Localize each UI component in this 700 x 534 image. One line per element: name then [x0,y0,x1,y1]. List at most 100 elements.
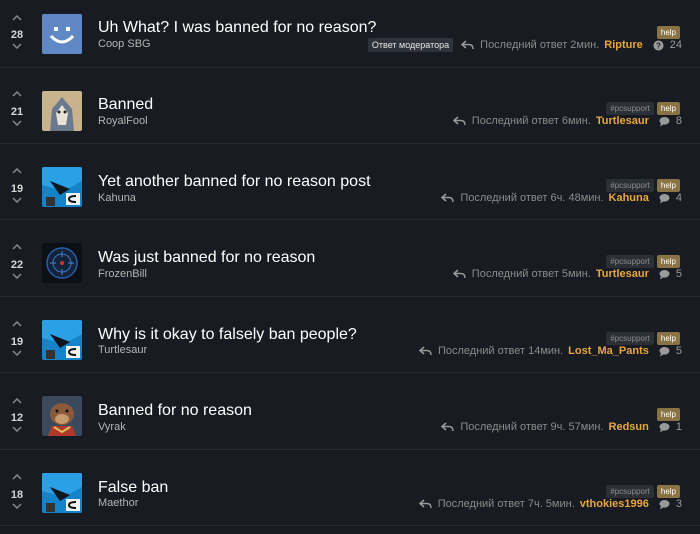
thread-meta: Последний ответ 6мин. Turtlesaur 8 [452,115,682,127]
vote-count: 12 [10,412,24,424]
tag-pcsupport[interactable]: #pcsupport [606,255,654,268]
avatar[interactable] [42,91,82,131]
tag-pcsupport[interactable]: #pcsupport [606,332,654,345]
thread-title[interactable]: Banned [98,96,153,114]
thread-author[interactable]: FrozenBill [98,268,147,280]
vote-count: 19 [10,183,24,195]
downvote-icon[interactable] [12,503,22,511]
comment-icon [659,269,670,280]
thread-author[interactable]: Vyrak [98,421,126,433]
thread-author[interactable]: Kahuna [98,192,136,204]
thread-row[interactable]: 21 Banned RoyalFool #pcsupport help Посл… [0,68,700,144]
thread-author[interactable]: Maethor [98,497,138,509]
last-reply-user[interactable]: Turtlesaur [596,115,649,127]
thread-meta: Последний ответ 14мин. Lost_Ma_Pants 5 [418,345,682,357]
tag-help[interactable]: help [656,102,680,115]
comment-icon [659,116,670,127]
thread-row[interactable]: 18 False ban Maethor #pcsupport help Пос… [0,450,700,526]
upvote-icon[interactable] [12,14,22,22]
downvote-icon[interactable] [12,197,22,205]
moderator-badge: Ответ модератора [367,38,454,52]
tag-pcsupport[interactable]: #pcsupport [606,102,654,115]
last-reply-user[interactable]: Lost_Ma_Pants [568,345,649,357]
thread-meta: Последний ответ 6ч. 48мин. Kahuna 4 [441,192,682,204]
tag-help[interactable]: help [656,179,680,192]
tag-help[interactable]: help [656,332,680,345]
tag-pcsupport[interactable]: #pcsupport [606,485,654,498]
comment-icon [659,193,670,204]
last-reply-label: Последний ответ 9ч. 57мин. [460,421,604,433]
thread-title[interactable]: Yet another banned for no reason post [98,173,371,191]
thread-row[interactable]: 28 Uh What? I was banned for no reason? … [0,0,700,68]
last-reply-label: Последний ответ 14мин. [437,345,564,357]
downvote-icon[interactable] [12,350,22,358]
thread-row[interactable]: 19 Why is it okay to falsely ban people?… [0,297,700,373]
vote-column: 19 [0,297,34,372]
comment-icon [659,346,670,357]
avatar[interactable] [42,396,82,436]
downvote-icon[interactable] [12,273,22,281]
reply-icon [461,40,474,50]
vote-count: 19 [10,336,24,348]
thread-author[interactable]: Coop SBG [98,38,151,50]
vote-count: 18 [10,489,24,501]
thread-title[interactable]: Banned for no reason [98,402,252,420]
tag-list: #pcsupport help [606,332,680,345]
tag-list: help [656,408,680,421]
last-reply-user[interactable]: vthokies1996 [580,498,649,510]
last-reply-label: Последний ответ 5мин. [471,268,591,280]
upvote-icon[interactable] [12,397,22,405]
tag-pcsupport[interactable]: #pcsupport [606,179,654,192]
reply-icon [418,499,432,509]
downvote-icon[interactable] [12,120,22,128]
reply-icon [418,346,432,356]
thread-row[interactable]: 12 Banned for no reason Vyrak help После… [0,374,700,450]
downvote-icon[interactable] [12,43,22,51]
tag-list: #pcsupport help [606,255,680,268]
upvote-icon[interactable] [12,167,22,175]
vote-count: 21 [10,106,24,118]
avatar[interactable] [42,167,82,207]
thread-meta: Ответ модератора Последний ответ 2мин. R… [367,38,682,52]
upvote-icon[interactable] [12,90,22,98]
reply-count: 24 [669,39,682,51]
last-reply-user[interactable]: Redsun [609,421,649,433]
reply-icon [452,269,466,279]
thread-list: 28 Uh What? I was banned for no reason? … [0,0,700,534]
avatar[interactable] [42,14,82,54]
thread-author[interactable]: Turtlesaur [98,344,147,356]
last-reply-label: Последний ответ 7ч. 5мин. [437,498,575,510]
tag-help[interactable]: help [656,255,680,268]
upvote-icon[interactable] [12,320,22,328]
last-reply-label: Последний ответ 2мин. [480,39,600,51]
reply-count: 8 [675,115,682,127]
tag-list: #pcsupport help [606,102,680,115]
vote-column: 19 [0,144,34,219]
avatar[interactable] [42,320,82,360]
last-reply-user[interactable]: Ripture [604,39,643,51]
thread-row[interactable]: 22 Was just banned for no reason FrozenB… [0,221,700,297]
reply-count: 3 [675,498,682,510]
last-reply-label: Последний ответ 6ч. 48мин. [460,192,604,204]
thread-title[interactable]: Was just banned for no reason [98,249,315,267]
thread-title[interactable]: Uh What? I was banned for no reason? [98,19,376,37]
reply-icon [452,116,466,126]
downvote-icon[interactable] [12,426,22,434]
thread-title[interactable]: Why is it okay to falsely ban people? [98,326,357,344]
thread-meta: Последний ответ 7ч. 5мин. vthokies1996 3 [418,498,682,510]
upvote-icon[interactable] [12,473,22,481]
avatar[interactable] [42,243,82,283]
avatar[interactable] [42,473,82,513]
thread-row[interactable]: 19 Yet another banned for no reason post… [0,144,700,220]
last-reply-user[interactable]: Turtlesaur [596,268,649,280]
vote-column: 12 [0,374,34,449]
reply-count: 5 [675,345,682,357]
thread-title[interactable]: False ban [98,479,168,497]
reply-count: 1 [675,421,682,433]
vote-column: 22 [0,221,34,296]
tag-help[interactable]: help [656,485,680,498]
last-reply-user[interactable]: Kahuna [609,192,649,204]
tag-help[interactable]: help [656,408,680,421]
thread-author[interactable]: RoyalFool [98,115,148,127]
upvote-icon[interactable] [12,243,22,251]
